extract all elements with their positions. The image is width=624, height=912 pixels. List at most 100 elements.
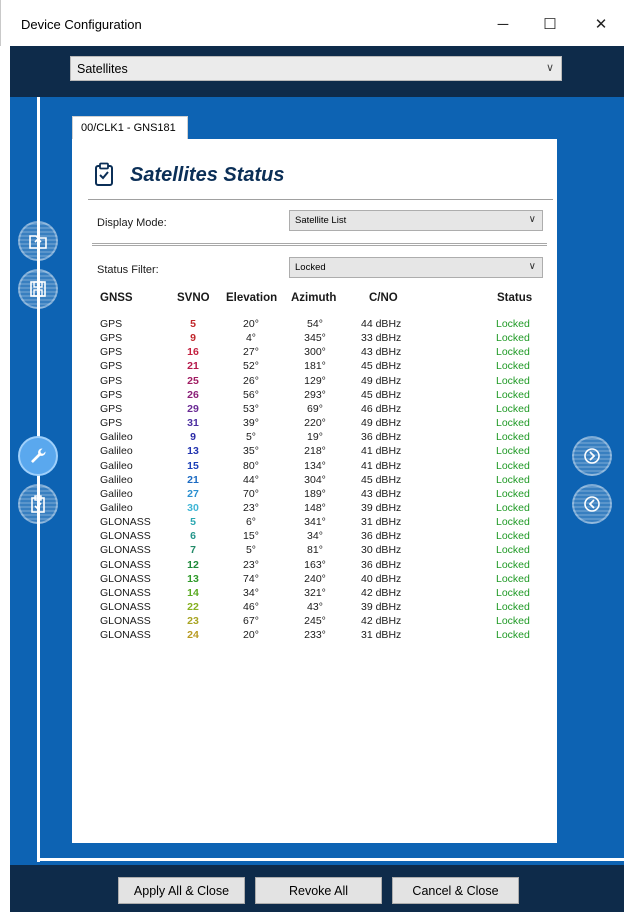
gnss-cell: GPS xyxy=(100,417,123,430)
svno-cell: 27 xyxy=(187,487,199,500)
elevation-cell: 27° xyxy=(243,346,259,359)
folder-upload-icon[interactable] xyxy=(18,221,58,261)
display-mode-select[interactable]: Satellite List ∨ xyxy=(289,210,543,231)
svno-cell: 30 xyxy=(187,501,199,514)
table-row: GLONASS 24 20° 233° 31 dBHz Locked xyxy=(100,629,550,643)
cno-cell: 42 dBHz xyxy=(361,586,402,599)
svno-cell: 6 xyxy=(190,530,196,543)
svno-cell: 23 xyxy=(187,615,199,628)
svno-cell: 13 xyxy=(187,445,199,458)
elevation-cell: 39° xyxy=(243,417,259,430)
svno-cell: 21 xyxy=(187,473,199,486)
column-header-gnss: GNSS xyxy=(100,292,133,304)
gnss-cell: GLONASS xyxy=(100,544,151,557)
tab-device[interactable]: 00/CLK1 - GNS181 xyxy=(72,116,188,140)
chevron-down-icon: ∨ xyxy=(528,261,536,272)
section-select-value: Satellites xyxy=(77,62,128,76)
elevation-cell: 35° xyxy=(243,445,259,458)
status-cell: Locked xyxy=(496,346,530,359)
svno-cell: 9 xyxy=(190,431,196,444)
svno-cell: 31 xyxy=(187,417,199,430)
svno-cell: 7 xyxy=(190,544,196,557)
status-filter-value: Locked xyxy=(295,262,326,273)
table-row: GLONASS 13 74° 240° 40 dBHz Locked xyxy=(100,573,550,587)
arrow-left-icon[interactable] xyxy=(572,484,612,524)
status-cell: Locked xyxy=(496,586,530,599)
cno-cell: 46 dBHz xyxy=(361,402,402,415)
status-cell: Locked xyxy=(496,629,530,642)
status-cell: Locked xyxy=(496,473,530,486)
elevation-cell: 34° xyxy=(243,586,259,599)
sidebar-divider xyxy=(37,97,40,862)
azimuth-cell: 43° xyxy=(307,601,323,613)
status-filter-label: Status Filter: xyxy=(97,264,159,276)
azimuth-cell: 240° xyxy=(304,572,326,585)
cno-cell: 43 dBHz xyxy=(361,487,402,500)
cno-cell: 45 dBHz xyxy=(361,388,402,401)
cno-cell: 49 dBHz xyxy=(361,417,402,430)
azimuth-cell: 54° xyxy=(307,318,323,330)
elevation-cell: 20° xyxy=(243,318,259,330)
arrow-right-icon[interactable] xyxy=(572,436,612,476)
azimuth-cell: 345° xyxy=(304,332,326,345)
cno-cell: 49 dBHz xyxy=(361,374,402,387)
elevation-cell: 23° xyxy=(243,501,259,514)
cno-cell: 36 dBHz xyxy=(361,431,402,444)
clipboard-icon[interactable] xyxy=(18,484,58,524)
elevation-cell: 56° xyxy=(243,388,259,401)
azimuth-cell: 163° xyxy=(304,558,326,571)
cno-cell: 36 dBHz xyxy=(361,530,402,543)
status-cell: Locked xyxy=(496,487,530,500)
cno-cell: 42 dBHz xyxy=(361,615,402,628)
apply-all-close-button[interactable]: Apply All & Close xyxy=(118,877,245,904)
close-button[interactable]: ✕ xyxy=(578,8,624,40)
azimuth-cell: 321° xyxy=(304,586,326,599)
section-select[interactable]: Satellites ∨ xyxy=(70,56,562,81)
gnss-cell: GLONASS xyxy=(100,516,151,529)
status-filter-select[interactable]: Locked ∨ xyxy=(289,257,543,278)
elevation-cell: 23° xyxy=(243,558,259,571)
azimuth-cell: 304° xyxy=(304,473,326,486)
elevation-cell: 52° xyxy=(243,360,259,373)
table-row: Galileo 30 23° 148° 39 dBHz Locked xyxy=(100,502,550,516)
elevation-cell: 46° xyxy=(243,601,259,613)
gnss-cell: GPS xyxy=(100,332,123,345)
azimuth-cell: 218° xyxy=(304,445,326,458)
table-row: GPS 25 26° 129° 49 dBHz Locked xyxy=(100,375,550,389)
gnss-cell: Galileo xyxy=(100,501,133,514)
svno-cell: 16 xyxy=(187,346,199,359)
gnss-cell: Galileo xyxy=(100,459,133,472)
maximize-button[interactable]: ☐ xyxy=(527,8,573,40)
column-header-status: Status xyxy=(497,292,533,304)
cno-cell: 40 dBHz xyxy=(361,572,402,585)
table-row: GLONASS 5 6° 341° 31 dBHz Locked xyxy=(100,516,550,530)
svno-cell: 5 xyxy=(190,516,196,529)
status-cell: Locked xyxy=(496,332,530,345)
table-row: GLONASS 14 34° 321° 42 dBHz Locked xyxy=(100,587,550,601)
table-row: GLONASS 22 46° 43° 39 dBHz Locked xyxy=(100,601,550,615)
chevron-down-icon: ∨ xyxy=(528,214,536,225)
save-icon[interactable] xyxy=(18,269,58,309)
chevron-down-icon: ∨ xyxy=(545,62,554,74)
svno-cell: 24 xyxy=(187,629,199,642)
azimuth-cell: 19° xyxy=(307,431,323,444)
elevation-cell: 26° xyxy=(243,374,259,387)
cno-cell: 41 dBHz xyxy=(361,459,402,472)
gnss-cell: GLONASS xyxy=(100,572,151,585)
table-row: GPS 29 53° 69° 46 dBHz Locked xyxy=(100,403,550,417)
cancel-close-button[interactable]: Cancel & Close xyxy=(392,877,519,904)
elevation-cell: 4° xyxy=(245,332,257,345)
cno-cell: 31 dBHz xyxy=(361,629,402,642)
title-divider xyxy=(88,199,553,200)
status-cell: Locked xyxy=(496,388,530,401)
table-row: Galileo 9 5° 19° 36 dBHz Locked xyxy=(100,431,550,445)
table-row: GPS 26 56° 293° 45 dBHz Locked xyxy=(100,389,550,403)
wrench-icon[interactable] xyxy=(18,436,58,476)
window-title: Device Configuration xyxy=(21,17,142,32)
gnss-cell: Galileo xyxy=(100,431,133,444)
cno-cell: 36 dBHz xyxy=(361,558,402,571)
revoke-all-button[interactable]: Revoke All xyxy=(255,877,382,904)
status-cell: Locked xyxy=(496,615,530,628)
azimuth-cell: 233° xyxy=(304,629,326,642)
minimize-button[interactable]: ─ xyxy=(480,8,526,40)
